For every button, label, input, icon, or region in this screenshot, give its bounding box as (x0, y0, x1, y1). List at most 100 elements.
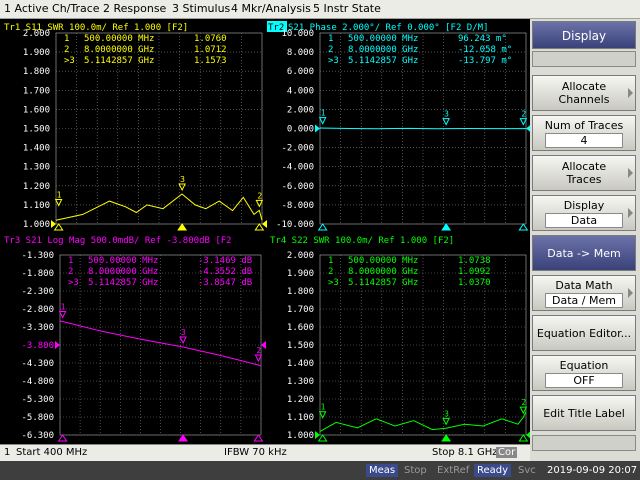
trace4-marker-freq: 5.1142857 GHz (348, 278, 418, 288)
trace2-marker-1-label: 1 (321, 109, 326, 118)
trace1-marker-3-label: 3 (180, 175, 185, 184)
trace3-ref-left-icon (55, 341, 60, 349)
trace2-marker-1-icon (318, 117, 327, 125)
trace2-ref-left-icon (315, 124, 320, 133)
trace-plots: Tr1 S11 SWR 100.0m/ Ref 1.000 [F2]2.0001… (4, 21, 531, 442)
submenu-arrow-icon (628, 168, 633, 178)
trace1-marker-val: 1.1573 (194, 56, 227, 66)
allocate-channels-button[interactable]: Allocate Channels (532, 75, 636, 111)
trace3-marker-val: -3.1469 dB (198, 256, 252, 266)
trace1-ref-left-icon (51, 220, 56, 228)
trace2-marker-3-icon (442, 118, 450, 126)
trace1-marker-freq: 8.0000000 GHz (84, 45, 154, 55)
trace1-marker-1-icon (54, 198, 63, 207)
trace1-ytick: 1.000 (23, 220, 50, 230)
num-of-traces-label: Num of Traces (544, 119, 624, 132)
trace4-marker-freq: 8.0000000 GHz (348, 267, 418, 277)
trace1-marker-2-icon (255, 199, 264, 208)
trace1-ytick: 1.500 (23, 125, 50, 135)
allocate-traces-button[interactable]: Allocate Traces (532, 155, 636, 191)
trace3-marker-freq: 8.0000000 GHz (88, 267, 158, 277)
trace2-marker-num: >3 (328, 56, 339, 66)
stop-frequency[interactable]: Stop 8.1 GHz (432, 447, 498, 458)
trace4-marker-3-label: 3 (444, 409, 449, 418)
trace1-ytick: 1.900 (23, 48, 50, 58)
trace4-marker-1-label: 1 (321, 403, 326, 412)
scroll-up-arrow[interactable] (532, 51, 636, 67)
trace2-ytick: -10.000 (276, 220, 314, 230)
trace3-ref-right-icon (261, 341, 266, 349)
trace1-ytick: 2.000 (23, 29, 50, 39)
ifbw[interactable]: IFBW 70 kHz (224, 447, 287, 458)
menu-bar: 1 Active Ch/Trace 2 Response 3 Stimulus … (0, 0, 640, 19)
trace2-trace-line (319, 127, 527, 130)
start-frequency[interactable]: Start 400 MHz (16, 447, 87, 458)
trace2-stim-marker-icon (317, 223, 328, 231)
trace2-ytick: 0.000 (287, 125, 314, 135)
submenu-arrow-icon (628, 208, 633, 218)
trace1-marker-num: 2 (64, 45, 69, 55)
edit-title-label-button[interactable]: Edit Title Label (532, 395, 636, 431)
trace3-marker-2-icon (254, 354, 263, 363)
trace1-marker-freq: 500.00000 MHz (84, 34, 154, 44)
display-data-button[interactable]: Display Data (532, 195, 636, 231)
trace4-marker-num: 2 (328, 267, 333, 277)
trace1-ytick: 1.800 (23, 67, 50, 77)
trace3-marker-freq: 500.00000 MHz (88, 256, 158, 266)
equation-button[interactable]: Equation OFF (532, 355, 636, 391)
trace2-header: S21 Phase 2.000°/ Ref 0.000° [F2 D/M] (288, 23, 488, 33)
equation-editor-button[interactable]: Equation Editor... (532, 315, 636, 351)
correction-indicator: Cor (496, 447, 518, 458)
meas-indicator: Meas (366, 464, 399, 477)
trace1-marker-3-icon (178, 183, 186, 192)
trace4-marker-val: 1.0992 (458, 267, 491, 277)
trace3-ytick: -3.800 (21, 341, 54, 351)
trace2-marker-2-label: 2 (521, 110, 526, 119)
trace2-stim-marker-icon (518, 223, 529, 231)
trace4-marker-3-icon (442, 417, 450, 426)
trace4-marker-val: 1.0370 (458, 278, 491, 288)
trace3-marker-num: 2 (68, 267, 73, 277)
trace1-stim-marker-icon (53, 223, 64, 231)
trace3-ytick: -5.800 (21, 413, 54, 423)
trace2-ytick: 8.000 (287, 48, 314, 58)
data-to-mem-button[interactable]: Data -> Mem (532, 235, 636, 271)
menu-mkr-analysis[interactable]: 4 Mkr/Analysis (231, 2, 311, 15)
trace4-ytick: 1.600 (287, 323, 314, 333)
menu-stimulus[interactable]: 3 Stimulus (172, 2, 230, 15)
trace3-ytick: -4.300 (21, 359, 54, 369)
num-of-traces-button[interactable]: Num of Traces 4 (532, 115, 636, 151)
trace1-ytick: 1.300 (23, 163, 50, 173)
trace2-marker-val: 96.243 m° (458, 34, 507, 44)
trace4-ytick: 1.700 (287, 305, 314, 315)
trace3-marker-1-icon (58, 310, 67, 319)
menu-response[interactable]: 2 Response (103, 2, 166, 15)
trace1-marker-1-label: 1 (57, 190, 62, 199)
trace3-ytick: -1.800 (21, 269, 54, 279)
trace2-ytick: -8.000 (281, 201, 314, 211)
trace2-marker-num: 1 (328, 34, 333, 44)
trace4-ytick: 1.000 (287, 431, 314, 441)
channel-number[interactable]: 1 (4, 447, 10, 458)
trace1-ytick: 1.600 (23, 105, 50, 115)
menu-instr-state[interactable]: 5 Instr State (313, 2, 381, 15)
trace1-ytick: 1.400 (23, 144, 50, 154)
submenu-arrow-icon (628, 88, 633, 98)
display-value: Data (545, 213, 623, 228)
trace3-stim-marker-icon (253, 434, 264, 442)
data-math-button[interactable]: Data Math Data / Mem (532, 275, 636, 311)
trace3-marker-3-label: 3 (181, 328, 186, 337)
allocate-traces-label-2: Traces (566, 173, 602, 186)
scroll-down-arrow[interactable] (532, 435, 636, 451)
trace1-marker-freq: 5.1142857 GHz (84, 56, 154, 66)
trace4-ytick: 1.300 (287, 377, 314, 387)
trace3-header: Tr3 S21 Log Mag 500.0mdB/ Ref -3.800dB [… (4, 236, 232, 246)
trace2-marker-3-label: 3 (444, 110, 449, 119)
softkey-panel: Display Allocate Channels Num of Traces … (530, 19, 640, 461)
menu-active-ch-trace[interactable]: 1 Active Ch/Trace (4, 2, 100, 15)
trace2-ytick: 10.000 (281, 29, 314, 39)
date-time: 2019-09-09 20:07 (547, 465, 638, 476)
trace2-marker-freq: 500.00000 MHz (348, 34, 418, 44)
svc-indicator: Svc (518, 465, 536, 476)
trace4-ytick: 1.200 (287, 395, 314, 405)
